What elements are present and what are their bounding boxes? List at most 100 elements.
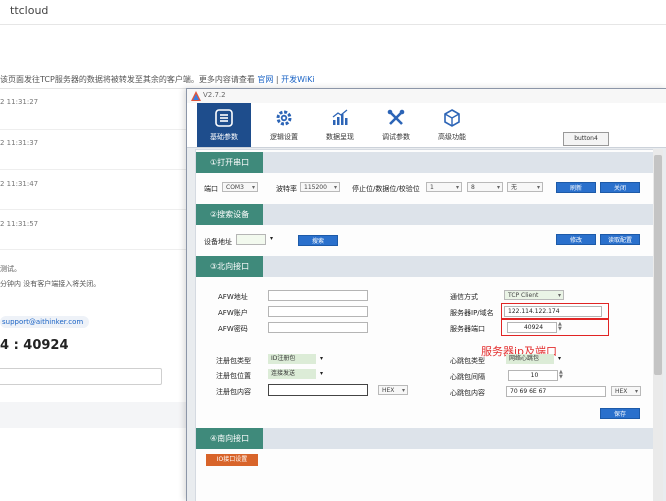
tab-label: 高级功能 [438,133,466,141]
register-type-select[interactable]: ID注册包 [268,354,316,364]
notice-separator: | [275,75,279,84]
chevron-down-icon[interactable]: ▾ [320,370,323,377]
port-spinner-icon[interactable]: ▲ ▼ [558,322,562,332]
stop-bits-select[interactable]: 1 ▾ [426,182,462,192]
gear-icon [276,110,292,126]
list-icon [215,109,233,127]
serial-section-tab[interactable]: ①打开串口 [196,152,264,173]
register-hex-select[interactable]: HEX ▾ [378,385,408,395]
log-message: 分钟内 没有客户端接入将关闭。 [0,280,101,288]
app-logo-icon [191,91,201,101]
official-site-link[interactable]: 官网 [257,75,273,84]
log-timestamp: 2 11:31:47 [0,180,39,188]
search-section-header: ②搜索设备 [196,204,654,225]
io-settings-button[interactable]: IO接口设置 [206,454,258,466]
tab-advanced[interactable]: 高级功能 [425,103,479,147]
afw-address-label: AFW地址 [218,293,248,301]
log-timestamp: 2 11:31:27 [0,98,39,106]
parity-select[interactable]: 无 ▾ [507,182,543,192]
message-input[interactable] [0,368,162,385]
divider [0,249,186,250]
data-bits-select[interactable]: 8 ▾ [467,182,503,192]
divider [0,169,186,170]
modify-button[interactable]: 修改 [556,234,596,245]
log-timestamp: 2 11:31:37 [0,139,39,147]
afw-account-input[interactable] [268,306,368,317]
window-title: V2.7.2 [203,91,226,99]
settings-panel: ①打开串口 端口 COM3 ▾ 波特率 115200 ▾ 停止位/数据位/校验位 1… [195,149,655,501]
south-section-tab[interactable]: ④南向接口 [196,428,264,449]
tab-debug-params[interactable]: 调试参数 [369,103,423,147]
read-config-button[interactable]: 读取配置 [600,234,640,245]
button4[interactable]: button4 [563,132,609,146]
message-log: 2 11:31:27 2 11:31:37 2 11:31:47 2 11:31… [0,88,186,341]
north-section-tab[interactable]: ③北向接口 [196,256,264,277]
baud-select[interactable]: 115200 ▾ [300,182,340,192]
notice-text: 该页面发往TCP服务器的数据将被转发至其余的客户端。更多内容请查看 官网 | 开… [0,74,315,85]
chevron-down-icon[interactable]: ▾ [270,235,273,242]
main-toolbar: 基础参数 逻辑设置 数据呈现 调试参数 高级功能 button4 [187,103,666,148]
protocol-select[interactable]: TCP Client ▾ [504,290,564,300]
device-address-label: 设备地址 [204,238,232,246]
north-section-header: ③北向接口 [196,256,654,277]
device-address-input[interactable] [236,234,266,245]
page-title: ttcloud [10,4,49,17]
register-type-label: 注册包类型 [216,357,251,365]
afw-password-label: AFW密码 [218,325,248,333]
heartbeat-type-label: 心跳包类型 [450,357,485,365]
scrollbar-thumb[interactable] [654,155,662,375]
server-port-label: 服务器端口 [450,325,485,333]
tab-label: 调试参数 [382,133,410,141]
heartbeat-hex-select[interactable]: HEX ▾ [611,386,641,396]
baud-label: 波特率 [276,185,297,193]
hexagon-icon [444,109,460,127]
heartbeat-interval-input[interactable]: 10 [508,370,558,381]
server-address-label: 服务器IP/域名 [450,309,494,317]
close-port-button[interactable]: 关闭 [600,182,640,193]
tab-logic-settings[interactable]: 逻辑设置 [257,103,311,147]
heartbeat-interval-label: 心跳包间隔 [450,373,485,381]
ip-port-display: 4 : 40924 [0,338,69,353]
divider [0,209,186,210]
serial-section-header: ①打开串口 [196,152,654,173]
register-position-select[interactable]: 连接发送 [268,369,316,379]
chevron-down-icon[interactable]: ▾ [320,355,323,362]
tab-data-display[interactable]: 数据呈现 [313,103,367,147]
heartbeat-content-label: 心跳包内容 [450,389,485,397]
tab-label: 逻辑设置 [270,133,298,141]
log-message: 测试。 [0,265,21,273]
server-port-input[interactable]: 40924 [507,322,557,333]
afw-address-input[interactable] [268,290,368,301]
footer-band [0,402,186,428]
notice-prefix: 该页面发往TCP服务器的数据将被转发至其余的客户端。更多内容请查看 [0,75,255,84]
heartbeat-content-input[interactable]: 70 69 6E 67 [506,386,606,397]
search-section-tab[interactable]: ②搜索设备 [196,204,264,225]
port-label: 端口 [204,185,218,193]
heartbeat-type-select[interactable]: 网络心跳包 [506,354,554,364]
afw-password-input[interactable] [268,322,368,333]
register-content-input[interactable] [268,384,368,396]
server-address-input[interactable]: 122.114.122.174 [504,306,602,317]
support-email-badge[interactable]: support@aithinker.com [0,316,90,328]
south-section-header: ④南向接口 [196,428,654,449]
browser-top-bar [0,0,666,25]
interval-spinner-icon[interactable]: ▲ ▼ [559,370,563,380]
tab-label: 数据呈现 [326,133,354,141]
register-position-label: 注册包位置 [216,372,251,380]
afw-account-label: AFW账户 [218,309,248,317]
log-timestamp: 2 11:31:57 [0,220,39,228]
port-select[interactable]: COM3 ▾ [222,182,258,192]
chevron-down-icon[interactable]: ▾ [558,355,561,362]
register-content-label: 注册包内容 [216,388,251,396]
refresh-button[interactable]: 刷新 [556,182,596,193]
chart-icon [332,109,348,125]
bits-label: 停止位/数据位/校验位 [352,185,420,193]
config-window: V2.7.2 基础参数 逻辑设置 数据呈现 调试参数 高级功能 button4 … [186,88,666,501]
tab-basic-params[interactable]: 基础参数 [197,103,251,147]
search-button[interactable]: 搜索 [298,235,338,246]
tools-icon [387,109,405,125]
dev-wiki-link[interactable]: 开发WiKi [281,75,314,84]
window-titlebar[interactable]: V2.7.2 [187,89,666,104]
tab-label: 基础参数 [210,133,238,141]
save-button[interactable]: 保存 [600,408,640,419]
